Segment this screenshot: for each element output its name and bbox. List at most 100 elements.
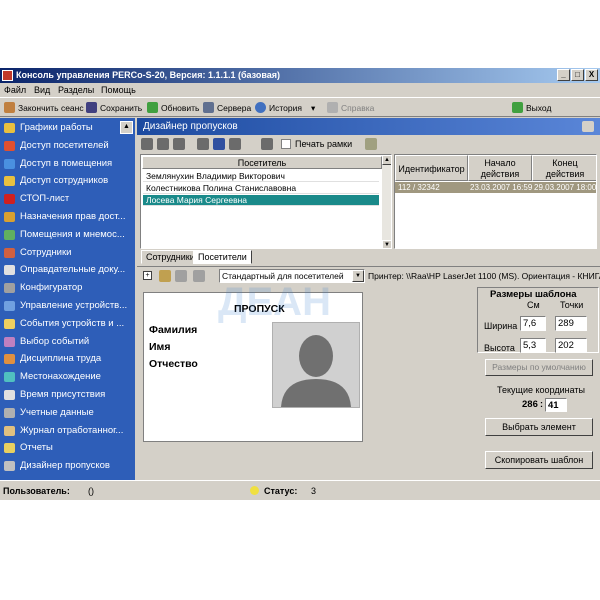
staff-icon — [4, 247, 15, 258]
copy-template-button[interactable]: Скопировать шаблон — [485, 451, 593, 469]
menu-help[interactable]: Помощь — [101, 83, 136, 97]
default-sizes-button[interactable]: Размеры по умолчанию — [485, 359, 593, 376]
camera-icon[interactable] — [229, 138, 241, 150]
scroll-down-icon[interactable]: ▼ — [382, 240, 391, 248]
sidebar-item[interactable]: СТОП-лист — [0, 190, 135, 208]
panel-title: Дизайнер пропусков — [143, 121, 238, 132]
close-button[interactable]: X — [585, 69, 598, 81]
template-sizes-title: Размеры шаблона — [490, 289, 577, 300]
minimize-button[interactable]: _ — [557, 69, 570, 81]
sidebar-item[interactable]: Оправдательные доку... — [0, 261, 135, 279]
exit-button[interactable]: Выход — [512, 101, 551, 115]
sidebar-item-label: Помещения и мнемос... — [20, 228, 125, 240]
new-icon[interactable] — [141, 138, 153, 150]
end-session-button[interactable]: Закончить сеанс — [4, 101, 84, 115]
sidebar-item[interactable]: Управление устройств... — [0, 297, 135, 315]
coord-x: 286 — [522, 399, 538, 410]
menu-file[interactable]: Файл — [4, 83, 26, 97]
sidebar-item[interactable]: Сотрудники — [0, 244, 135, 262]
card-field-surname[interactable]: Фамилия — [149, 324, 197, 336]
frames-icon[interactable] — [365, 138, 377, 150]
print-frames-checkbox[interactable] — [281, 139, 291, 149]
visitors-column-header[interactable]: Посетитель — [142, 156, 382, 169]
sidebar-item[interactable]: Время присутствия — [0, 386, 135, 404]
pass-row[interactable]: 112 / 32342 23.03.2007 16:59 29.03.2007 … — [395, 182, 596, 193]
sidebar-item[interactable]: Дисциплина труда — [0, 350, 135, 368]
config-icon — [4, 283, 15, 294]
tab-visitors[interactable]: Посетители — [193, 250, 252, 264]
preview-icon[interactable] — [213, 138, 225, 150]
card-field-name[interactable]: Имя — [149, 341, 170, 353]
save-button[interactable]: Сохранить — [86, 101, 142, 115]
passes-header-end[interactable]: Конец действия — [532, 155, 596, 181]
chevron-down-icon: ▾ — [311, 103, 316, 113]
binoculars-icon[interactable] — [197, 138, 209, 150]
sidebar-item[interactable]: События устройств и ... — [0, 315, 135, 333]
table-row[interactable]: Землянухин Владимир Викторович — [143, 171, 379, 182]
sidebar-item[interactable]: Местонахождение — [0, 368, 135, 386]
grid-icon[interactable] — [157, 138, 169, 150]
maximize-button[interactable]: □ — [571, 69, 584, 81]
template-sizes-group: Размеры шаблона См Точки Ширина 7,6 289 … — [477, 287, 599, 353]
pass-designer-icon — [4, 461, 15, 472]
sidebar-item[interactable]: Выбор событий — [0, 333, 135, 351]
save-template-icon[interactable] — [175, 270, 187, 282]
visitors-scrollbar[interactable]: ▲ ▼ — [382, 155, 391, 248]
sidebar-item[interactable]: Доступ посетителей — [0, 137, 135, 155]
col-cm-label: См — [527, 300, 540, 310]
photo-placeholder[interactable] — [272, 322, 360, 408]
width-cm-input[interactable]: 7,6 — [520, 316, 546, 331]
rooms-icon — [4, 229, 15, 240]
menu-view[interactable]: Вид — [34, 83, 50, 97]
servers-icon — [203, 102, 214, 113]
servers-button[interactable]: Сервера — [203, 101, 251, 115]
sidebar-item[interactable]: Отчеты — [0, 439, 135, 457]
reports-icon — [4, 443, 15, 454]
photo-icon[interactable] — [261, 138, 273, 150]
coords-title: Текущие координаты — [497, 385, 585, 395]
sidebar-item[interactable]: Помещения и мнемос... — [0, 226, 135, 244]
status-bar: Пользователь: () Статус: 3 — [0, 480, 600, 500]
passes-header-id[interactable]: Идентификатор — [395, 155, 468, 181]
menu-sections[interactable]: Разделы — [58, 83, 94, 97]
menu-bar: Файл Вид Разделы Помощь — [0, 83, 600, 97]
scroll-up-icon[interactable]: ▲ — [382, 155, 391, 165]
sidebar-item-label: Оправдательные доку... — [20, 264, 126, 276]
print-icon[interactable] — [173, 138, 185, 150]
delete-template-icon[interactable] — [193, 270, 205, 282]
height-points-input[interactable]: 202 — [555, 338, 587, 353]
card-field-patronymic[interactable]: Отчество — [149, 358, 198, 370]
open-template-icon[interactable] — [159, 270, 171, 282]
height-label: Высота — [484, 343, 515, 353]
passes-header-start[interactable]: Начало действия — [468, 155, 532, 181]
panel-refresh-icon[interactable] — [582, 121, 594, 132]
sidebar-item[interactable]: Доступ сотрудников — [0, 172, 135, 190]
app-window: Консоль управления PERCo-S-20, Версия: 1… — [0, 68, 600, 500]
sidebar-item[interactable]: Журнал отработанног... — [0, 422, 135, 440]
history-dropdown[interactable]: ▾ — [311, 101, 315, 115]
sidebar-item[interactable]: Конфигуратор — [0, 279, 135, 297]
sidebar-item[interactable]: Дизайнер пропусков — [0, 457, 135, 475]
visitors-table: Посетитель Землянухин Владимир Викторови… — [140, 154, 392, 249]
chevron-down-icon[interactable]: ▼ — [352, 270, 364, 282]
app-icon — [2, 70, 13, 81]
sidebar-item[interactable]: Назначения прав дост... — [0, 208, 135, 226]
select-element-button[interactable]: Выбрать элемент — [485, 418, 593, 436]
history-button[interactable]: История — [255, 101, 302, 115]
discipline-icon — [4, 354, 15, 365]
device-icon — [4, 301, 15, 311]
width-points-input[interactable]: 289 — [555, 316, 587, 331]
help-icon — [327, 102, 338, 113]
table-row[interactable]: Колестникова Полина Станиславовна — [143, 183, 379, 194]
table-row[interactable]: Лосева Мария Сергеевна — [143, 195, 379, 206]
refresh-button[interactable]: Обновить — [147, 101, 200, 115]
printer-info: Принтер: \\Raa\HP LaserJet 1100 (MS). Ор… — [368, 271, 600, 281]
help-button[interactable]: Справка — [327, 101, 374, 115]
sidebar-item[interactable]: Учетные данные — [0, 404, 135, 422]
tab-employees[interactable]: Сотрудники — [141, 250, 200, 264]
height-cm-input[interactable]: 5,3 — [520, 338, 546, 353]
add-template-icon[interactable]: + — [143, 271, 152, 280]
sidebar-item[interactable]: Графики работы — [0, 119, 135, 137]
title-bar: Консоль управления PERCo-S-20, Версия: 1… — [0, 68, 600, 83]
sidebar-item[interactable]: Доступ в помещения — [0, 155, 135, 173]
